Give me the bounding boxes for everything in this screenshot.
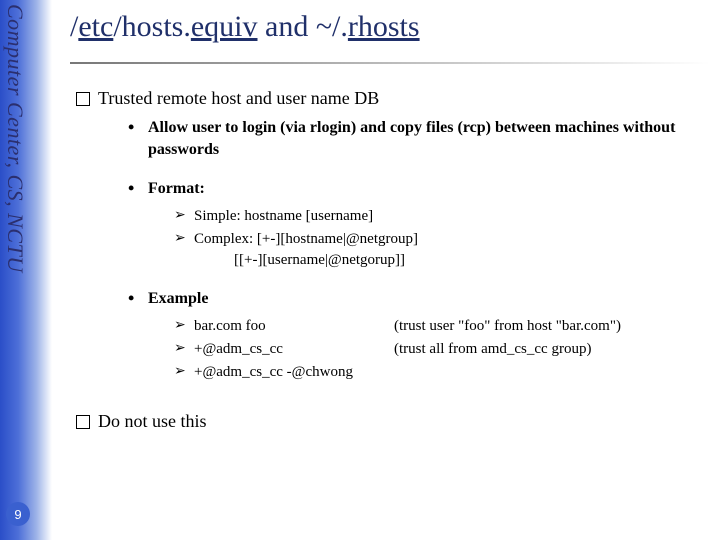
sidebar: Computer Center, CS, NCTU 9 [0,0,52,540]
bullet-format: Format: Simple: hostname [username] Comp… [128,178,710,270]
example-1-left: bar.com foo [194,316,394,337]
bullet-trusted-db-text: Trusted remote host and user name DB [98,88,379,108]
title-divider [70,62,710,64]
title-etc: etc [78,10,113,43]
bullet-allow-login-text: Allow user to login (via rlogin) and cop… [148,119,675,158]
format-complex: Complex: [+-][hostname|@netgroup] [174,229,710,250]
title-hosts: /hosts. [113,10,191,43]
example-3: +@adm_cs_cc -@chwong [174,362,710,383]
bullet-allow-login: Allow user to login (via rlogin) and cop… [128,117,710,160]
example-1: bar.com foo (trust user "foo" from host … [174,316,710,337]
example-2-left: +@adm_cs_cc [194,339,394,360]
example-2-right: (trust all from amd_cs_cc group) [394,339,591,360]
slide-title: /etc/hosts.equiv and ~/.rhosts [70,10,710,44]
example-3-left: +@adm_cs_cc -@chwong [194,362,394,383]
bullet-do-not-use: Do not use this [76,411,710,432]
bullet-format-text: Format: [148,180,205,197]
title-rhosts: rhosts [348,10,420,43]
bullet-example: Example bar.com foo (trust user "foo" fr… [128,288,710,383]
title-and: and ~/. [258,10,348,43]
bullet-do-not-use-text: Do not use this [98,411,207,431]
page-number-badge: 9 [6,502,30,526]
slide-content: /etc/hosts.equiv and ~/.rhosts Trusted r… [70,10,710,440]
title-equiv: equiv [191,10,258,43]
format-simple: Simple: hostname [username] [174,206,710,227]
example-1-right: (trust user "foo" from host "bar.com") [394,316,621,337]
format-complex-line2: [[+-][username|@netgorup]] [148,250,710,270]
example-2: +@adm_cs_cc (trust all from amd_cs_cc gr… [174,339,710,360]
bullet-trusted-db: Trusted remote host and user name DB All… [76,88,710,383]
sidebar-org-text: Computer Center, CS, NCTU [2,4,28,273]
bullet-example-text: Example [148,290,208,307]
